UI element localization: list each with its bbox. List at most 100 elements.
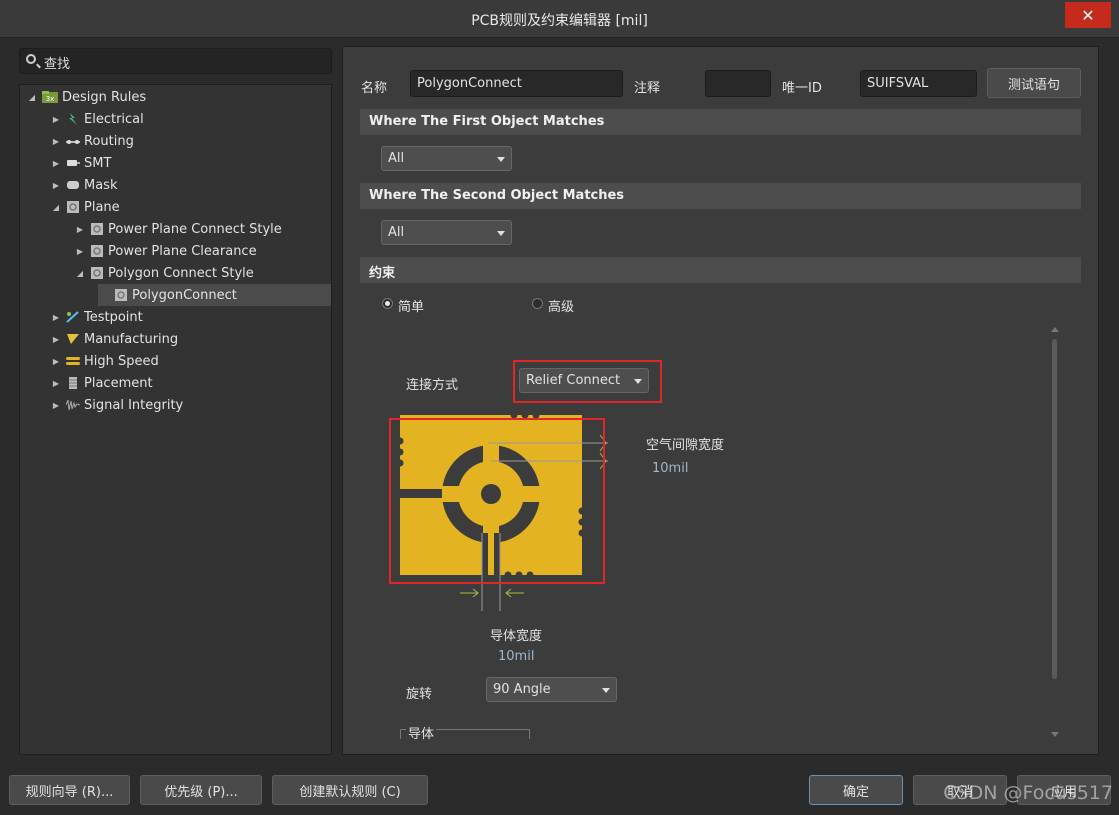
tree-label: Mask [84, 177, 118, 193]
rule-icon [115, 289, 127, 301]
chevron-down-icon [497, 157, 505, 162]
tree-item-signal-integrity[interactable]: ▶ Signal Integrity [50, 394, 183, 416]
arrow-right-icon [460, 588, 479, 598]
expand-toggle[interactable]: ▶ [50, 357, 62, 366]
priorities-button[interactable]: 优先级 (P)... [140, 775, 262, 805]
tree-label: Polygon Connect Style [108, 265, 254, 281]
rotation-select[interactable]: 90 Angle [486, 677, 617, 702]
scrollbar[interactable] [1050, 327, 1060, 737]
expand-toggle[interactable]: ▶ [50, 313, 62, 322]
chevron-down-icon [497, 231, 505, 236]
tree-item-mask[interactable]: ▶ Mask [50, 174, 118, 196]
test-query-button[interactable]: 测试语句 [987, 68, 1081, 98]
search-icon [26, 54, 36, 64]
tree-label: Signal Integrity [84, 397, 184, 413]
tree-label: PolygonConnect [132, 287, 237, 303]
tree-item-manufacturing[interactable]: ▶ Manufacturing [50, 328, 178, 350]
tree-label: Power Plane Connect Style [108, 221, 282, 237]
rule-wizard-button[interactable]: 规则向导 (R)... [9, 775, 130, 805]
expand-toggle[interactable]: ▶ [50, 115, 62, 124]
tree-label: Routing [84, 133, 134, 149]
tree-item-smt[interactable]: ▶ SMT [50, 152, 112, 174]
name-label: 名称 [361, 81, 388, 96]
tree-label: Power Plane Clearance [108, 243, 257, 259]
conductor-width-label: 导体宽度 [490, 629, 543, 644]
tree-label: Plane [84, 199, 120, 215]
tree-item-power-plane-clearance[interactable]: ▶ Power Plane Clearance [74, 240, 257, 262]
search-label: 查找 [44, 57, 71, 72]
plane-icon [67, 201, 79, 213]
advanced-mode-radio[interactable] [532, 298, 543, 309]
expand-toggle[interactable]: ▶ [50, 379, 62, 388]
plane-rule-icon [91, 245, 103, 257]
expand-toggle[interactable]: ▶ [50, 401, 62, 410]
air-gap-width-value[interactable]: 10mil [652, 461, 688, 476]
rotation-label: 旋转 [406, 687, 433, 702]
unique-id-field[interactable]: SUIFSVAL [860, 70, 977, 97]
manufacturing-icon [67, 334, 79, 344]
rotation-value: 90 Angle [493, 682, 551, 697]
tree-item-high-speed[interactable]: ▶ High Speed [50, 350, 159, 372]
tree-item-testpoint[interactable]: ▶ Testpoint [50, 306, 143, 328]
high-speed-icon [66, 357, 80, 365]
scroll-down-icon[interactable] [1051, 732, 1059, 737]
simple-mode-radio[interactable] [382, 298, 393, 309]
expand-toggle[interactable]: ▶ [50, 181, 62, 190]
first-match-header: Where The First Object Matches [360, 109, 1081, 135]
electrical-icon [69, 113, 77, 125]
arrow-left-icon [505, 588, 524, 598]
title-bar: PCB规则及约束编辑器 [mil] ✕ [0, 0, 1119, 38]
tree-item-polygon-connect-style[interactable]: ◢ Polygon Connect Style [74, 262, 254, 284]
tree-item-polygonconnect[interactable]: PolygonConnect [98, 284, 331, 306]
connect-style-label: 连接方式 [406, 378, 459, 393]
simple-mode-label: 简单 [398, 300, 425, 315]
tree-item-routing[interactable]: ▶ Routing [50, 130, 134, 152]
tree-item-placement[interactable]: ▶ Placement [50, 372, 153, 394]
tree-label: Manufacturing [84, 331, 179, 347]
expand-toggle[interactable]: ◢ [74, 269, 86, 278]
expand-toggle[interactable]: ◢ [50, 203, 62, 212]
expand-toggle[interactable]: ◢ [26, 93, 38, 102]
tree-item-power-plane-connect-style[interactable]: ▶ Power Plane Connect Style [74, 218, 282, 240]
plane-rule-icon [91, 223, 103, 235]
search-input[interactable]: 查找 [19, 48, 332, 74]
tree-item-plane[interactable]: ◢ Plane [50, 196, 120, 218]
window-title: PCB规则及约束编辑器 [mil] [471, 13, 648, 29]
tree-label: Testpoint [84, 309, 143, 325]
constraints-header: 约束 [360, 257, 1081, 283]
expand-toggle[interactable]: ▶ [74, 225, 86, 234]
plane-rule-icon [91, 267, 103, 279]
scroll-thumb[interactable] [1052, 339, 1057, 679]
second-match-header: Where The Second Object Matches [360, 183, 1081, 209]
folder-rules-icon: 3x [42, 91, 58, 103]
first-match-select[interactable]: All [381, 146, 512, 171]
tree-item-design-rules[interactable]: ◢ 3x Design Rules [26, 86, 146, 108]
comment-label: 注释 [634, 81, 661, 96]
chevron-down-icon [602, 688, 610, 693]
scroll-up-icon[interactable] [1051, 327, 1059, 332]
air-gap-width-label: 空气间隙宽度 [646, 438, 725, 453]
tree-label: Electrical [84, 111, 144, 127]
tree-item-electrical[interactable]: ▶ Electrical [50, 108, 144, 130]
expand-toggle[interactable]: ▶ [50, 137, 62, 146]
tree-label: SMT [84, 155, 112, 171]
close-button[interactable]: ✕ [1065, 2, 1111, 28]
unique-id-label: 唯一ID [782, 81, 822, 96]
ok-button[interactable]: 确定 [809, 775, 903, 805]
expand-toggle[interactable]: ▶ [50, 159, 62, 168]
create-default-rules-button[interactable]: 创建默认规则 (C) [272, 775, 428, 805]
routing-icon [66, 140, 80, 144]
expand-toggle[interactable]: ▶ [74, 247, 86, 256]
tree-label: Placement [84, 375, 153, 391]
smt-icon [67, 160, 80, 166]
comment-field[interactable] [705, 70, 771, 97]
conductor-width-value[interactable]: 10mil [498, 649, 534, 664]
name-field[interactable]: PolygonConnect [410, 70, 623, 97]
second-match-value: All [388, 225, 405, 240]
advanced-mode-label: 高级 [548, 300, 575, 315]
second-match-select[interactable]: All [381, 220, 512, 245]
expand-toggle[interactable]: ▶ [50, 335, 62, 344]
svg-text:3x: 3x [46, 95, 55, 103]
watermark: CSDN @Focus517 [943, 782, 1113, 804]
first-match-value: All [388, 151, 405, 166]
